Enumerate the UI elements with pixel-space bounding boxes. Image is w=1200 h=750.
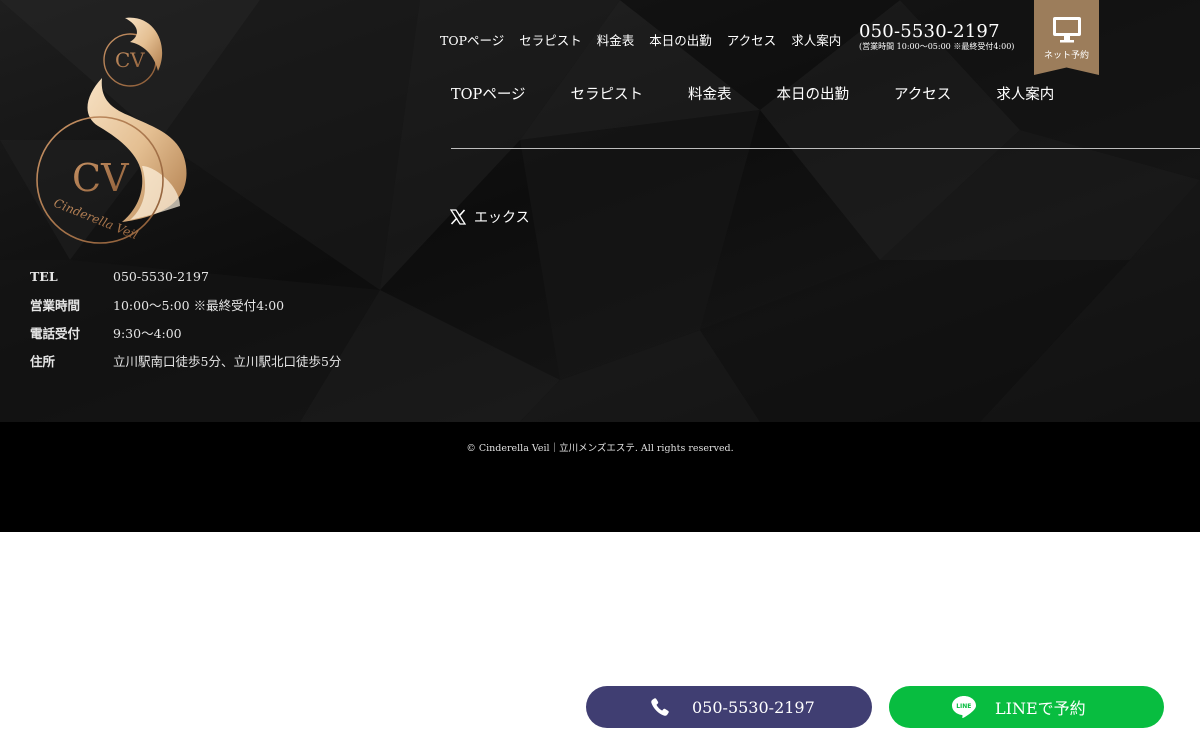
copyright-text: © Cinderella Veil｜立川メンズエステ. All rights r…: [466, 443, 734, 454]
line-icon: LINE: [952, 696, 976, 719]
net-reserve-button[interactable]: ネット予約: [1034, 0, 1099, 75]
x-social-link[interactable]: エックス: [450, 207, 530, 227]
call-button[interactable]: 050-5530-2197: [586, 686, 872, 728]
header-phone-hours: (営業時間 10:00～05:00 ※最終受付4:00): [859, 42, 1015, 51]
top-nav: TOPページ セラピスト 料金表 本日の出勤 アクセス 求人案内: [440, 30, 841, 49]
top-nav-price[interactable]: 料金表: [597, 30, 635, 49]
footer-main: CV CV Cinderella Veil TEL 050-5530-2197 …: [0, 0, 1200, 422]
top-nav-recruit[interactable]: 求人案内: [791, 30, 841, 49]
header-phone-number[interactable]: 050-5530-2197: [859, 22, 1014, 42]
top-nav-access[interactable]: アクセス: [727, 30, 776, 49]
info-value: 050-5530-2197: [113, 268, 209, 284]
header-phone[interactable]: 050-5530-2197 (営業時間 10:00～05:00 ※最終受付4:0…: [859, 22, 1014, 52]
info-label: 営業時間: [30, 297, 81, 313]
phone-icon: [651, 698, 669, 716]
main-nav-access[interactable]: アクセス: [894, 83, 951, 104]
info-label: 住所: [30, 353, 56, 369]
info-value: 9:30～4:00: [113, 325, 182, 341]
info-value: 立川駅南口徒歩5分、立川駅北口徒歩5分: [113, 353, 342, 369]
info-row-address: 住所 立川駅南口徒歩5分、立川駅北口徒歩5分: [30, 346, 430, 374]
monitor-icon: [1052, 17, 1081, 43]
main-nav-home[interactable]: TOPページ: [451, 83, 526, 104]
copyright-band: © Cinderella Veil｜立川メンズエステ. All rights r…: [0, 422, 1200, 532]
main-nav-schedule[interactable]: 本日の出勤: [777, 83, 850, 104]
info-row-tel: TEL 050-5530-2197: [30, 262, 430, 290]
main-nav-recruit[interactable]: 求人案内: [996, 83, 1054, 104]
info-row-hours: 営業時間 10:00～5:00 ※最終受付4:00: [30, 290, 430, 318]
info-value: 10:00～5:00 ※最終受付4:00: [113, 297, 285, 313]
main-nav-therapist[interactable]: セラピスト: [571, 83, 644, 104]
nav-divider: [451, 148, 1200, 149]
svg-text:LINE: LINE: [956, 703, 971, 710]
info-row-phone-reception: 電話受付 9:30～4:00: [30, 318, 430, 346]
call-button-label: 050-5530-2197: [692, 697, 815, 717]
info-label: 電話受付: [30, 325, 81, 341]
x-social-label: エックス: [474, 210, 530, 226]
line-reserve-label: LINEで予約: [995, 699, 1086, 718]
svg-text:CV: CV: [115, 48, 145, 72]
main-nav-price[interactable]: 料金表: [688, 83, 732, 104]
svg-text:CV: CV: [72, 156, 129, 200]
main-nav: TOPページ セラピスト 料金表 本日の出勤 アクセス 求人案内: [451, 83, 1054, 104]
net-reserve-label: ネット予約: [1043, 51, 1089, 61]
top-nav-therapist[interactable]: セラピスト: [519, 30, 582, 49]
top-nav-schedule[interactable]: 本日の出勤: [649, 30, 712, 49]
line-reserve-button[interactable]: LINE LINEで予約: [889, 686, 1164, 728]
top-nav-home[interactable]: TOPページ: [440, 30, 504, 49]
store-info: TEL 050-5530-2197 営業時間 10:00～5:00 ※最終受付4…: [30, 262, 430, 374]
info-label: TEL: [30, 268, 58, 284]
x-logo-icon: [450, 209, 466, 225]
brand-logo[interactable]: CV CV Cinderella Veil: [30, 16, 200, 252]
